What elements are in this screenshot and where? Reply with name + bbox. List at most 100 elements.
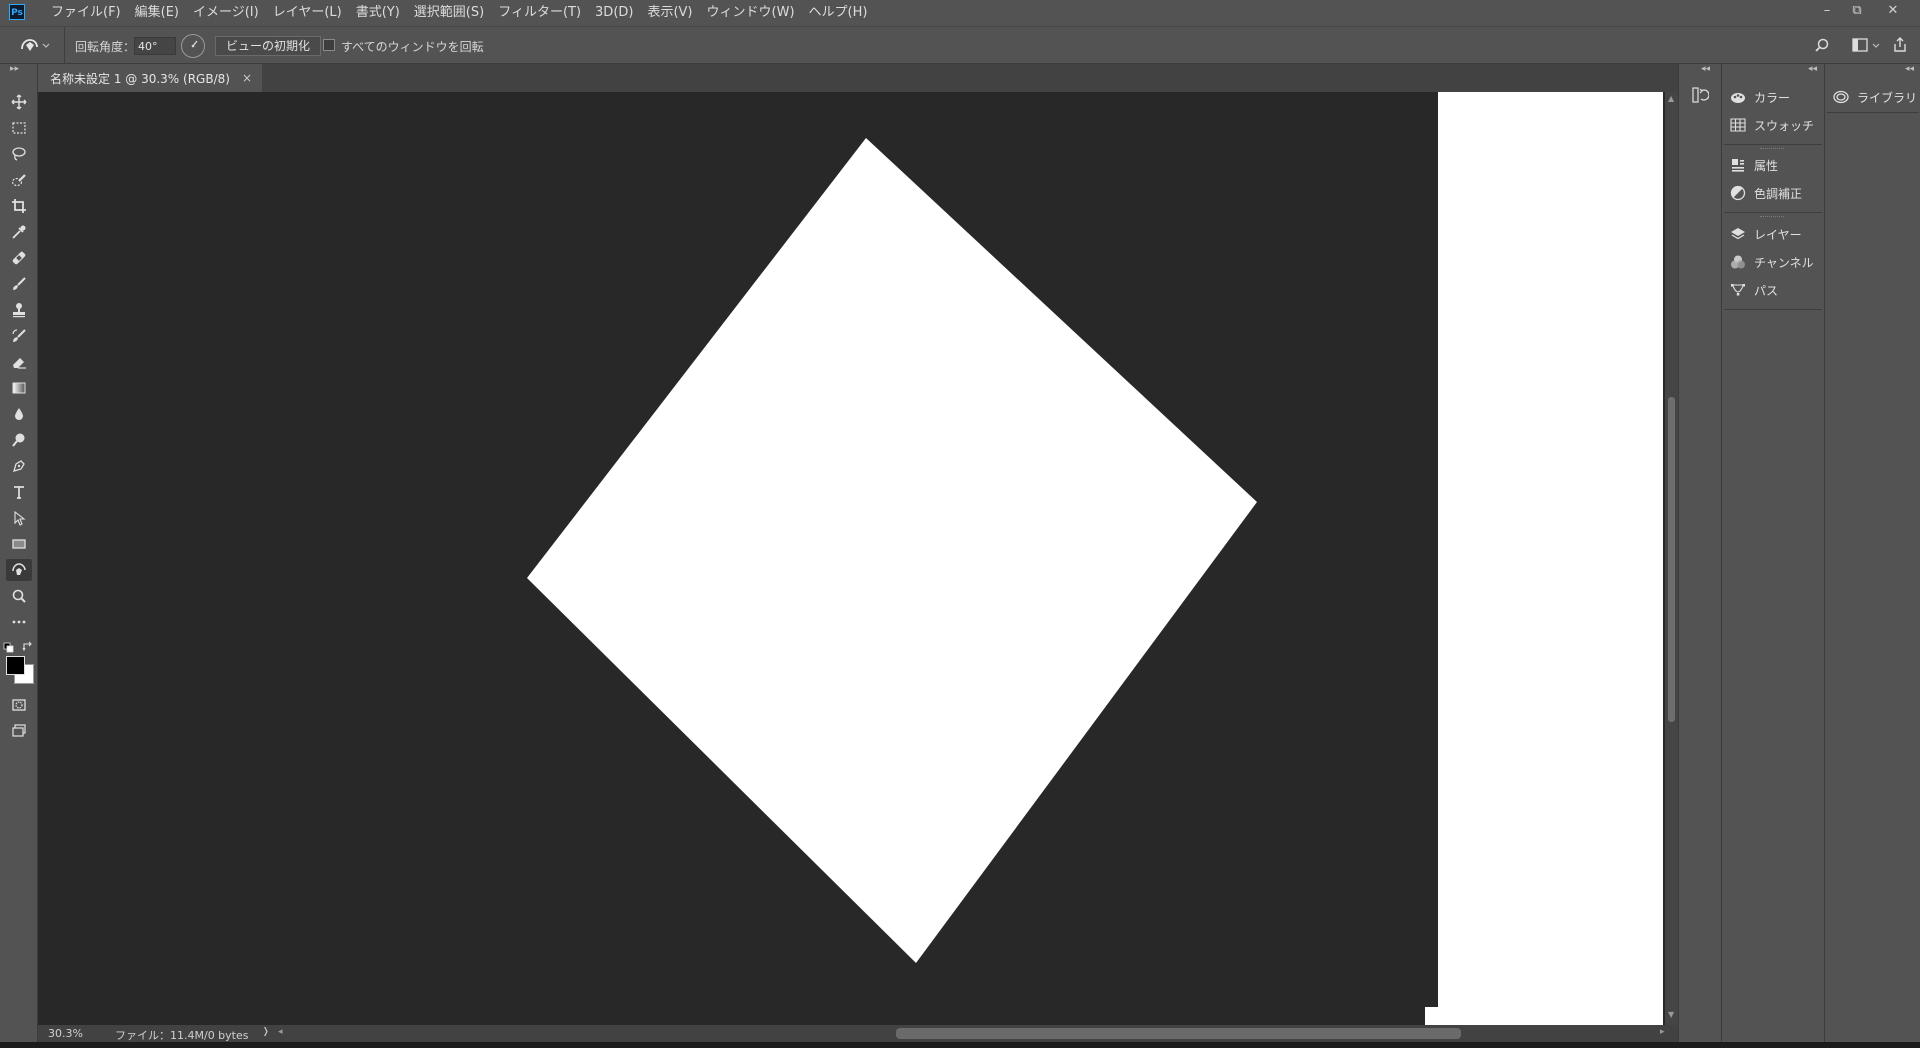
- collapse-dock-icon[interactable]: ◂◂: [1808, 64, 1817, 74]
- rotation-dial[interactable]: [181, 34, 205, 58]
- tools-panel: ▸▸: [0, 64, 38, 1048]
- menu-type[interactable]: 書式(Y): [349, 0, 407, 26]
- libraries-panel-button[interactable]: ライブラリ: [1833, 84, 1917, 110]
- scroll-up-icon[interactable]: ▲: [1668, 94, 1674, 103]
- collapse-library-dock-icon[interactable]: ◂◂: [1905, 64, 1914, 74]
- stamp-icon: [13, 303, 25, 318]
- channels-panel-button[interactable]: チャンネル: [1730, 249, 1814, 275]
- eraser-tool[interactable]: [6, 351, 32, 373]
- lasso-tool[interactable]: [6, 143, 32, 165]
- swap-arrows-icon: [22, 641, 32, 652]
- menu-help[interactable]: ヘルプ(H): [802, 0, 875, 26]
- file-size-info: ファイル：11.4M/0 bytes: [115, 1029, 249, 1042]
- crop-tool[interactable]: [6, 195, 32, 217]
- layers-panel-label: レイヤー: [1754, 227, 1802, 242]
- document-tab[interactable]: 名称未設定 1 @ 30.3% (RGB/8) ×: [38, 64, 262, 92]
- canvas-area[interactable]: [38, 92, 1665, 1025]
- rectangle-tool[interactable]: [6, 533, 32, 555]
- panel-divider: [1724, 309, 1822, 310]
- history-panel-button[interactable]: [1691, 86, 1710, 107]
- close-tab-icon[interactable]: ×: [242, 71, 252, 85]
- search-button[interactable]: [1814, 37, 1830, 56]
- libraries-dock: ◂◂ ライブラリ: [1824, 64, 1920, 1042]
- default-colors-button[interactable]: [3, 642, 15, 657]
- vertical-scrollbar[interactable]: ▲ ▼: [1665, 92, 1678, 1025]
- share-button[interactable]: [1892, 36, 1908, 56]
- foreground-color-swatch[interactable]: [6, 656, 25, 675]
- cc-libraries-icon: [1833, 90, 1849, 104]
- document-edge-corner: [1425, 1007, 1439, 1025]
- menu-3d[interactable]: 3D(D): [588, 0, 640, 26]
- screen-mode-button[interactable]: [6, 720, 32, 742]
- collapsed-panel-dock: ◂◂: [1678, 64, 1721, 1042]
- rotate-all-windows-checkbox[interactable]: [323, 39, 335, 51]
- rotate-all-windows-label: すべてのウィンドウを回転: [341, 40, 484, 54]
- properties-panel-button[interactable]: 属性: [1730, 152, 1778, 178]
- horizontal-scrollbar[interactable]: ◂ ▸: [276, 1025, 1671, 1042]
- rotated-document-canvas: [527, 138, 1257, 963]
- drop-icon: [15, 408, 23, 420]
- layers-panel-button[interactable]: レイヤー: [1730, 221, 1802, 247]
- scroll-left-icon[interactable]: ◂: [278, 1027, 283, 1037]
- blur-tool[interactable]: [6, 403, 32, 425]
- pen-icon: [13, 460, 25, 472]
- type-tool[interactable]: [6, 481, 32, 503]
- healing-brush-tool[interactable]: [6, 247, 32, 269]
- minimize-button[interactable]: –: [1812, 0, 1842, 22]
- menu-filter[interactable]: フィルター(T): [491, 0, 588, 26]
- properties-panel-label: 属性: [1754, 158, 1779, 173]
- path-select-tool[interactable]: [6, 507, 32, 529]
- swap-colors-button[interactable]: [22, 641, 34, 656]
- paths-panel-button[interactable]: パス: [1730, 277, 1778, 303]
- restore-button[interactable]: ⧉: [1842, 0, 1872, 22]
- status-bar: 30.3% ファイル：11.4M/0 bytes ❭ ◂ ▸: [38, 1025, 1678, 1042]
- scroll-down-icon[interactable]: ▼: [1668, 1010, 1674, 1019]
- gradient-tool[interactable]: [6, 377, 32, 399]
- tool-preset-picker[interactable]: [18, 35, 52, 58]
- menu-window[interactable]: ウィンドウ(W): [700, 0, 802, 26]
- scroll-right-icon[interactable]: ▸: [1660, 1027, 1665, 1037]
- pen-tool[interactable]: [6, 455, 32, 477]
- menu-edit[interactable]: 編集(E): [128, 0, 186, 26]
- menu-image[interactable]: イメージ(I): [186, 0, 266, 26]
- more-tools[interactable]: [6, 611, 32, 633]
- status-menu-arrow-icon[interactable]: ❭: [262, 1027, 270, 1037]
- rotate-view-tool[interactable]: [6, 559, 32, 581]
- menu-layer[interactable]: レイヤー(L): [266, 0, 349, 26]
- menu-select[interactable]: 選択範囲(S): [407, 0, 491, 26]
- quick-select-tool[interactable]: [6, 169, 32, 191]
- paths-icon: [1731, 284, 1745, 296]
- move-tool[interactable]: [6, 91, 32, 113]
- menu-view[interactable]: 表示(V): [640, 0, 699, 26]
- document-edge-strip: [1438, 92, 1663, 1025]
- expand-dock-icon[interactable]: ◂◂: [1701, 64, 1710, 74]
- panel-grip[interactable]: [1760, 148, 1784, 151]
- workspace-switcher[interactable]: [1852, 37, 1882, 56]
- menu-bar: Ps ファイル(F) 編集(E) イメージ(I) レイヤー(L) 書式(Y) 選…: [0, 0, 1920, 26]
- rotation-angle-label: 回転角度：: [75, 40, 136, 54]
- bandage-icon: [12, 251, 26, 265]
- eyedropper-tool[interactable]: [6, 221, 32, 243]
- color-panel-button[interactable]: カラー: [1730, 84, 1790, 110]
- dodge-tool[interactable]: [6, 429, 32, 451]
- dodge-icon: [12, 433, 25, 447]
- menu-file[interactable]: ファイル(F): [44, 0, 128, 26]
- document-tab-title: 名称未設定 1 @ 30.3% (RGB/8): [50, 71, 230, 86]
- history-brush-tool[interactable]: [6, 325, 32, 347]
- collapse-tools-icon[interactable]: ▸▸: [10, 64, 19, 74]
- clone-stamp-tool[interactable]: [6, 299, 32, 321]
- adjustments-panel-button[interactable]: 色調補正: [1730, 180, 1802, 206]
- close-window-button[interactable]: ✕: [1878, 0, 1908, 22]
- zoom-tool[interactable]: [6, 585, 32, 607]
- brush-tool[interactable]: [6, 273, 32, 295]
- swatches-panel-button[interactable]: スウォッチ: [1730, 112, 1814, 138]
- adjustments-panel-label: 色調補正: [1754, 186, 1803, 201]
- vertical-scroll-thumb[interactable]: [1668, 397, 1675, 722]
- panel-grip[interactable]: [1760, 216, 1784, 219]
- zoom-level[interactable]: 30.3%: [48, 1027, 83, 1040]
- marquee-tool[interactable]: [6, 117, 32, 139]
- horizontal-scroll-thumb[interactable]: [896, 1028, 1461, 1039]
- reset-view-button[interactable]: ビューの初期化: [215, 36, 322, 56]
- rotation-angle-input[interactable]: [134, 37, 176, 55]
- quick-mask-button[interactable]: [6, 694, 32, 716]
